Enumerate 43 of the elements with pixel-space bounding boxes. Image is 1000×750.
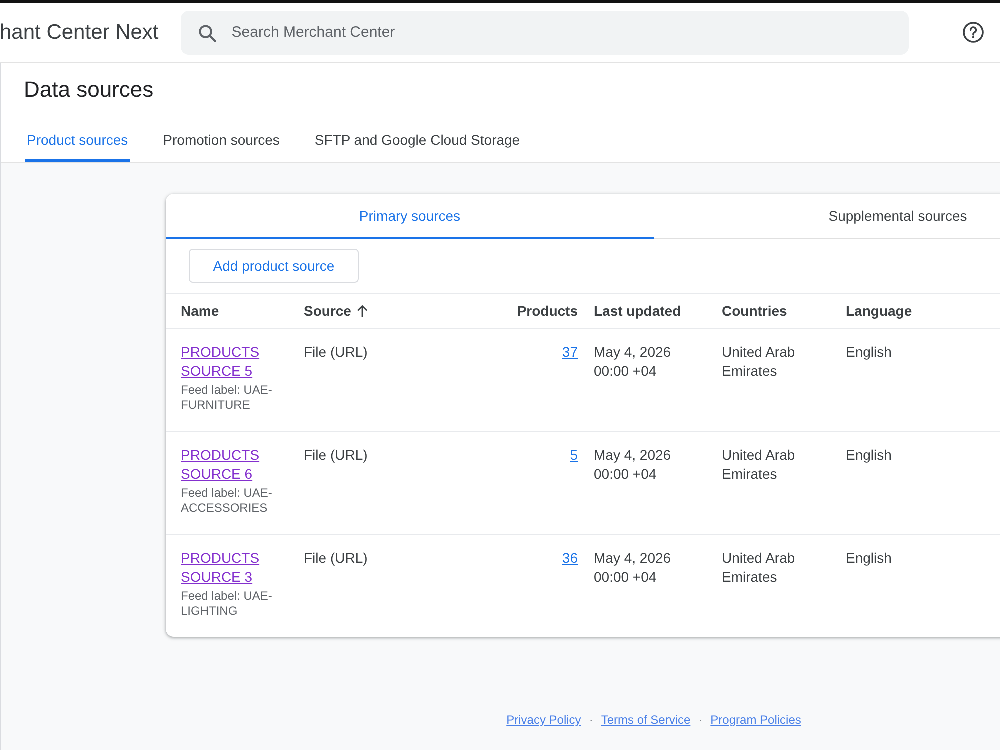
product-count-link[interactable]: 36 xyxy=(562,549,578,568)
footer-link[interactable]: Privacy Policy xyxy=(506,713,582,727)
language-cell: English xyxy=(846,549,892,568)
source-type-cell: File (URL) xyxy=(304,343,368,362)
tab[interactable]: Primary sources xyxy=(166,194,654,239)
last-updated-cell-text: May 4, 2026 00:00 +04 xyxy=(594,549,672,587)
country-cell-text: United Arab Emirates xyxy=(722,446,796,484)
source-name-link[interactable]: PRODUCTS SOURCE 6 xyxy=(181,446,288,484)
tab[interactable]: Promotion sources xyxy=(161,120,282,162)
app-title: hant Center Next xyxy=(0,20,159,44)
source-type-cell: File (URL) xyxy=(304,549,368,568)
column-header[interactable]: Language xyxy=(846,303,912,319)
last-updated-cell-text: May 4, 2026 00:00 +04 xyxy=(594,446,672,484)
column-header[interactable]: Products xyxy=(517,303,578,319)
search-icon xyxy=(198,24,216,42)
feed-label-text: Feed label: UAE-ACCESSORIES xyxy=(181,486,274,516)
source-name-link[interactable]: PRODUCTS SOURCE 5 xyxy=(181,343,288,381)
product-count-link[interactable]: 5 xyxy=(570,446,578,465)
footer-separator: · xyxy=(698,713,703,727)
search-field[interactable]: Search Merchant Center xyxy=(180,10,909,54)
page-title: Data sources xyxy=(24,76,154,104)
tab[interactable]: Supplemental sources xyxy=(654,194,1000,239)
footer-separator: · xyxy=(589,713,594,727)
language-cell: English xyxy=(846,343,892,362)
footer-link[interactable]: Terms of Service xyxy=(601,713,691,727)
column-header[interactable]: Name xyxy=(181,303,220,319)
feed-label-text: Feed label: UAE-FURNITURE xyxy=(181,383,274,413)
footer-link[interactable]: Program Policies xyxy=(710,713,802,727)
language-cell: English xyxy=(846,446,892,465)
column-header[interactable]: Source xyxy=(304,303,352,319)
tab[interactable]: Product sources xyxy=(25,120,130,162)
column-header[interactable]: Countries xyxy=(722,303,788,319)
help-icon[interactable] xyxy=(963,22,984,43)
country-cell-text: United Arab Emirates xyxy=(722,549,796,587)
feed-label-text: Feed label: UAE-LIGHTING xyxy=(181,589,274,619)
source-type-cell: File (URL) xyxy=(304,446,368,465)
tab[interactable]: SFTP and Google Cloud Storage xyxy=(312,120,522,162)
last-updated-cell-text: May 4, 2026 00:00 +04 xyxy=(594,343,672,381)
add-product-source-button[interactable]: Add product source xyxy=(189,249,359,283)
country-cell-text: United Arab Emirates xyxy=(722,343,796,381)
product-count-link[interactable]: 37 xyxy=(562,343,578,362)
source-name-link[interactable]: PRODUCTS SOURCE 3 xyxy=(181,549,288,587)
column-header[interactable]: Last updated xyxy=(594,303,682,319)
